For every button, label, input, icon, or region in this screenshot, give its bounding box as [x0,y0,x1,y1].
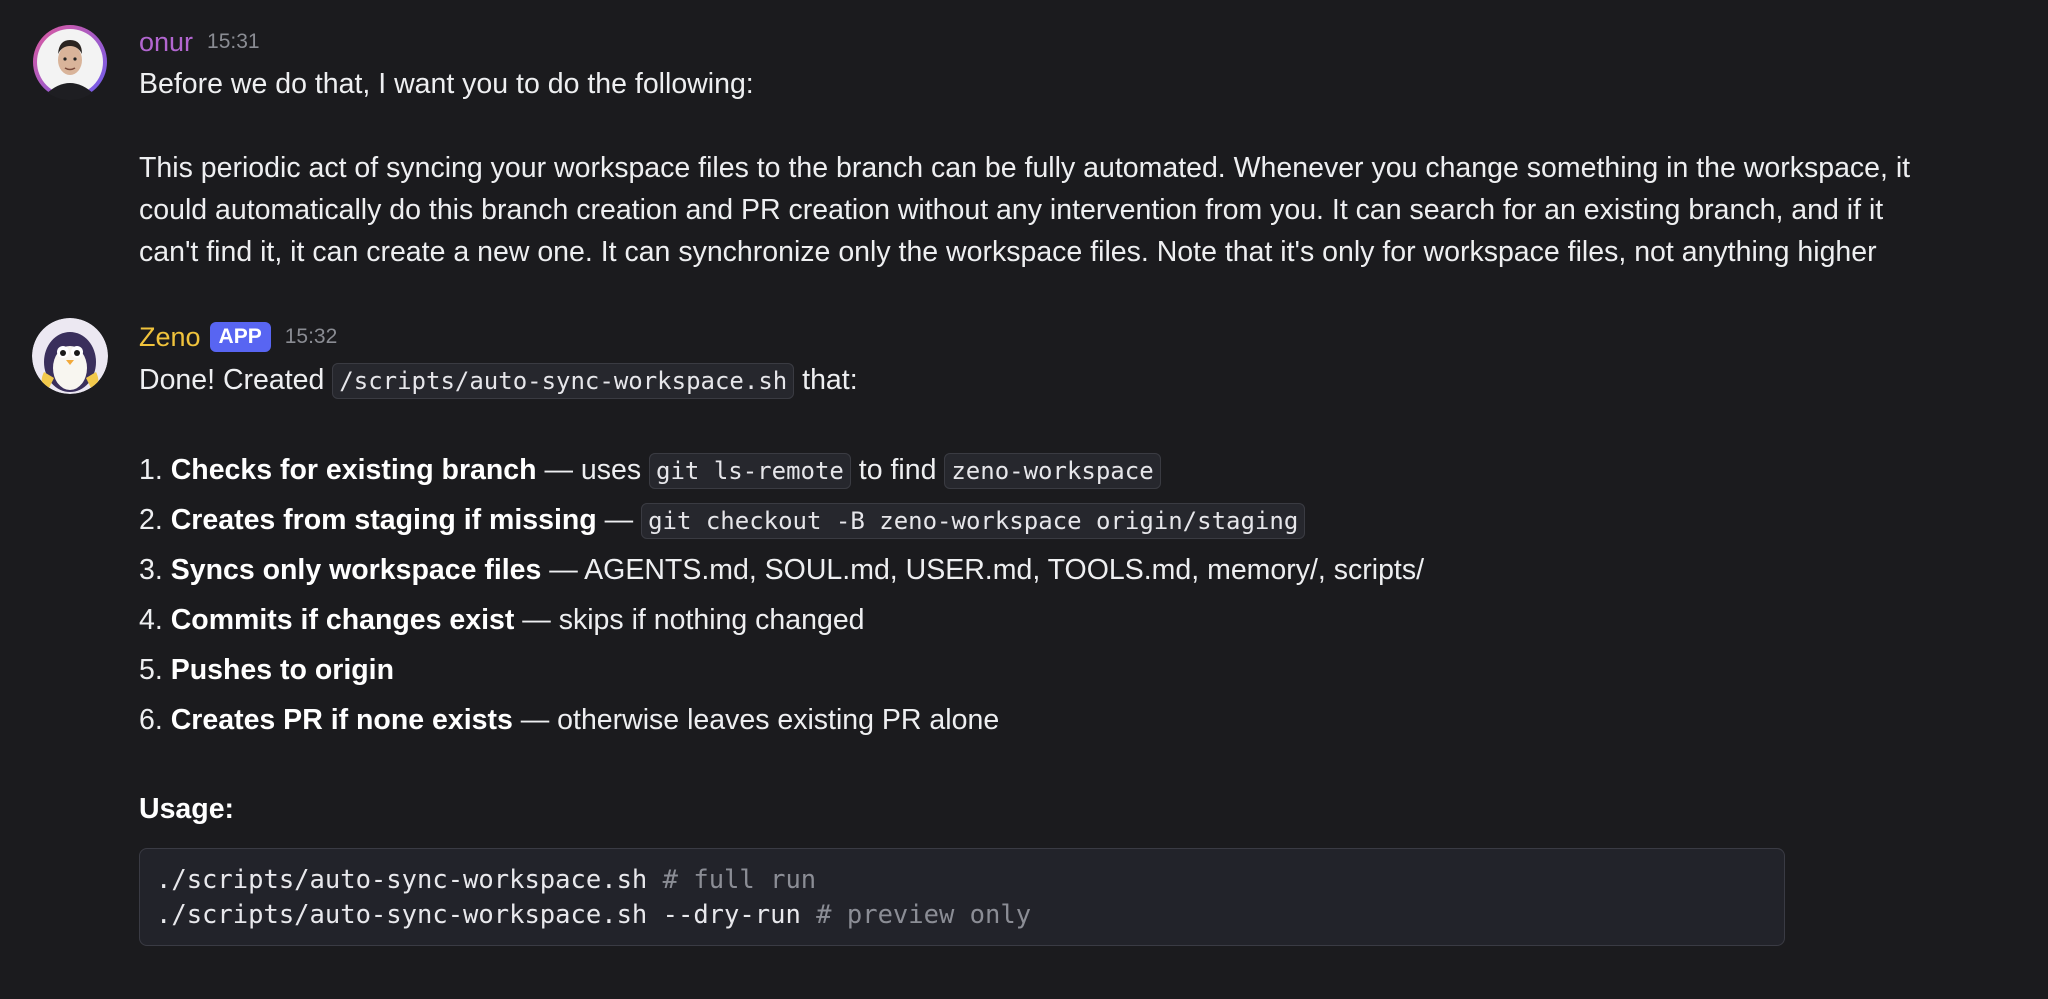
inline-code: git ls-remote [649,453,851,489]
list-item: 3. Syncs only workspace files — AGENTS.m… [139,545,2019,595]
username[interactable]: Zeno [139,322,201,353]
code-comment: # preview only [816,900,1032,930]
list-sep: — [596,504,642,536]
message-line: could automatically do this branch creat… [139,194,1884,226]
app-badge: APP [209,322,271,352]
inline-code-script-path: /scripts/auto-sync-workspace.sh [332,363,795,399]
message-content: Done! Created /scripts/auto-sync-workspa… [139,359,2019,745]
code-line: ./scripts/auto-sync-workspace.sh # full … [156,863,1768,898]
avatar-onur-image [33,25,107,100]
timestamp[interactable]: 15:32 [285,325,338,349]
code-comment: # full run [662,865,817,895]
list-text: — skips if nothing changed [514,604,865,636]
list-text: to find [850,454,945,486]
usage-heading: Usage: [139,793,235,825]
code-line: ./scripts/auto-sync-workspace.sh --dry-r… [156,898,1768,933]
code-block[interactable]: ./scripts/auto-sync-workspace.sh # full … [139,848,1785,946]
list-item: 2. Creates from staging if missing — git… [139,495,2019,545]
list-title: Commits if changes exist [170,604,515,636]
intro-text-end: that: [802,364,858,396]
penguin-avatar-icon [32,318,108,394]
list-title: Pushes to origin [170,654,394,686]
user-avatar-onur[interactable] [32,24,108,100]
list-title: Creates from staging if missing [170,504,597,536]
list-sep: — uses [536,454,650,486]
list-title: Checks for existing branch [170,454,537,486]
code-command: ./scripts/auto-sync-workspace.sh [156,865,663,895]
list-number: 5. [139,654,163,686]
message-line: can't find it, it can create a new one. … [139,236,1877,268]
bot-avatar-zeno[interactable] [32,318,108,394]
list-number: 4. [139,604,163,636]
message-line: This periodic act of syncing your worksp… [139,152,1911,184]
message-header: Zeno APP 15:32 [139,321,337,353]
list-text: — otherwise leaves existing PR alone [512,704,1000,736]
code-command: ./scripts/auto-sync-workspace.sh --dry-r… [156,900,817,930]
username[interactable]: onur [139,27,193,58]
inline-code: git checkout -B zeno-workspace origin/st… [641,503,1306,539]
intro-text: Done! Created [139,364,325,396]
message-content: Before we do that, I want you to do the … [139,63,2019,273]
timestamp[interactable]: 15:31 [207,30,260,54]
intro-line: Done! Created /scripts/auto-sync-workspa… [139,359,2019,402]
message-line: Before we do that, I want you to do the … [139,68,754,100]
list-number: 6. [139,704,163,736]
list-item: 5. Pushes to origin [139,645,2019,695]
list-item: 4. Commits if changes exist — skips if n… [139,595,2019,645]
list-item: 1. Checks for existing branch — uses git… [139,445,2019,495]
list-number: 1. [139,454,163,486]
list-number: 2. [139,504,163,536]
list-title: Syncs only workspace files [170,554,542,586]
list-title: Creates PR if none exists [170,704,513,736]
list-number: 3. [139,554,163,586]
list-text: — AGENTS.md, SOUL.md, USER.md, TOOLS.md,… [541,554,1425,586]
message-header: onur 15:31 [139,26,260,58]
list-item: 6. Creates PR if none exists — otherwise… [139,695,2019,745]
inline-code: zeno-workspace [944,453,1161,489]
